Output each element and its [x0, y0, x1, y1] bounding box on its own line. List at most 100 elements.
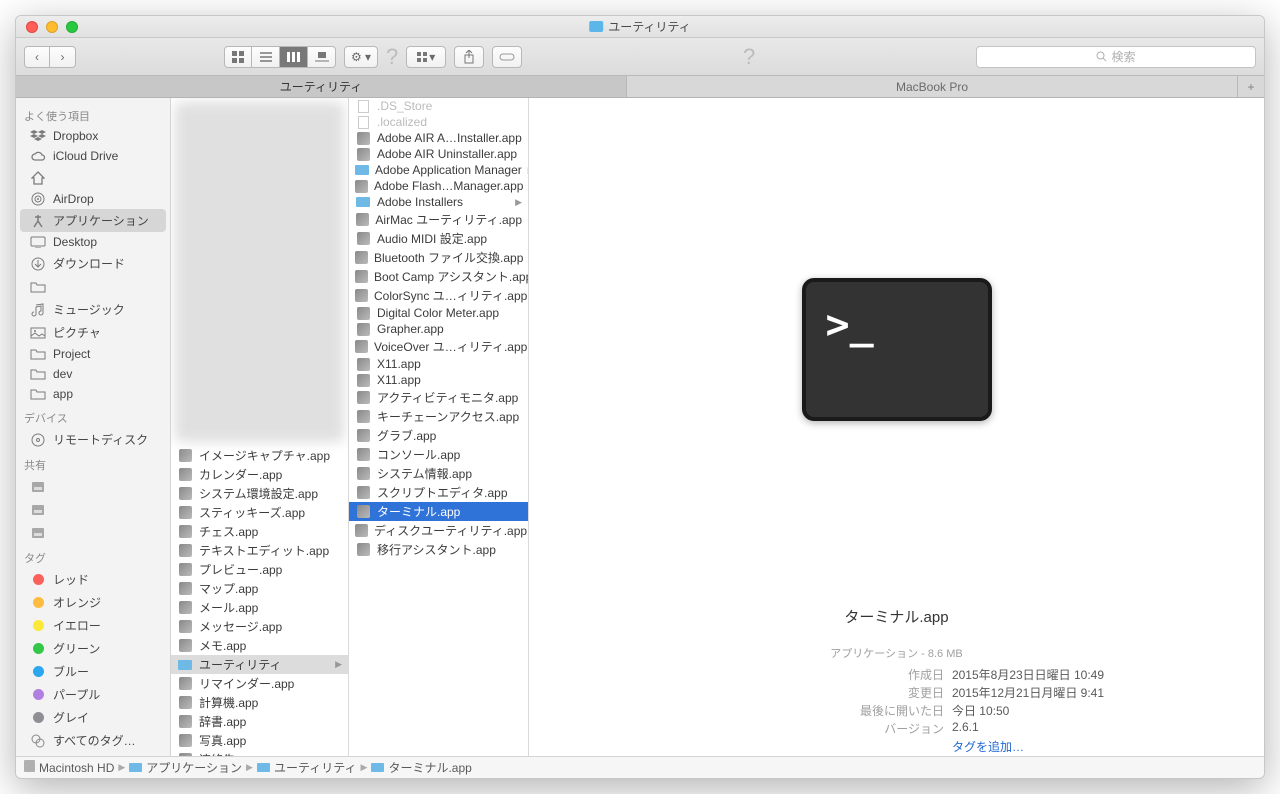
back-button[interactable]: ‹: [24, 46, 50, 68]
list-item[interactable]: X11.app: [349, 356, 528, 372]
list-item[interactable]: メール.app: [171, 598, 348, 617]
list-item[interactable]: ディスクユーティリティ.app: [349, 521, 528, 540]
search-field[interactable]: 検索: [976, 46, 1256, 68]
path-segment[interactable]: Macintosh HD: [39, 761, 114, 775]
list-item[interactable]: X11.app: [349, 372, 528, 388]
sidebar-item[interactable]: Project: [16, 344, 170, 364]
sidebar-item[interactable]: ミュージック: [16, 298, 170, 321]
list-item[interactable]: Adobe AIR Uninstaller.app: [349, 146, 528, 162]
column-view-button[interactable]: [280, 46, 308, 68]
sidebar-item[interactable]: グリーン: [16, 637, 170, 660]
list-item[interactable]: テキストエディット.app: [171, 541, 348, 560]
list-item[interactable]: マップ.app: [171, 579, 348, 598]
list-item[interactable]: システム情報.app: [349, 464, 528, 483]
sidebar-item[interactable]: Dropbox: [16, 126, 170, 146]
item-label: Boot Camp アシスタント.app: [374, 268, 529, 285]
list-item[interactable]: ターミナル.app: [349, 502, 528, 521]
list-item[interactable]: 計算機.app: [171, 693, 348, 712]
sidebar-item[interactable]: ピクチャ: [16, 321, 170, 344]
list-item[interactable]: スティッキーズ.app: [171, 503, 348, 522]
sidebar-item[interactable]: iCloud Drive: [16, 146, 170, 166]
list-item[interactable]: Audio MIDI 設定.app: [349, 229, 528, 248]
list-item[interactable]: 写真.app: [171, 731, 348, 750]
list-item[interactable]: Adobe Application Manager▶: [349, 162, 528, 178]
forward-button[interactable]: ›: [50, 46, 76, 68]
sidebar-header: 共有: [16, 451, 170, 475]
list-item[interactable]: チェス.app: [171, 522, 348, 541]
path-bar[interactable]: Macintosh HD▶アプリケーション▶ユーティリティ▶ターミナル.app: [16, 756, 1264, 778]
list-item[interactable]: イメージキャプチャ.app: [171, 446, 348, 465]
tab-macbook[interactable]: MacBook Pro: [627, 76, 1238, 97]
sidebar-item[interactable]: アプリケーション: [20, 209, 166, 232]
list-item[interactable]: Adobe AIR A…Installer.app: [349, 130, 528, 146]
item-label: Adobe AIR Uninstaller.app: [377, 147, 517, 161]
sidebar-item-label: iCloud Drive: [53, 149, 118, 163]
coverflow-view-button[interactable]: [308, 46, 336, 68]
list-item[interactable]: ColorSync ユ…ィリティ.app: [349, 286, 528, 305]
sidebar-item[interactable]: イエロー: [16, 614, 170, 637]
add-tab-button[interactable]: +: [1238, 76, 1264, 97]
sidebar-item[interactable]: [16, 498, 170, 521]
sidebar-item[interactable]: パープル: [16, 683, 170, 706]
sidebar-item[interactable]: dev: [16, 364, 170, 384]
sidebar-item[interactable]: リモートディスク: [16, 428, 170, 451]
list-item[interactable]: Digital Color Meter.app: [349, 305, 528, 321]
path-segment[interactable]: ターミナル.app: [388, 759, 471, 776]
list-item[interactable]: .localized: [349, 114, 528, 130]
sidebar-item[interactable]: ブルー: [16, 660, 170, 683]
list-item[interactable]: 辞書.app: [171, 712, 348, 731]
list-item[interactable]: プレビュー.app: [171, 560, 348, 579]
zoom-button[interactable]: [66, 21, 78, 33]
sidebar-item[interactable]: [16, 475, 170, 498]
list-item[interactable]: メッセージ.app: [171, 617, 348, 636]
app-icon: [177, 715, 193, 729]
path-separator: ▶: [118, 762, 125, 773]
list-item[interactable]: Boot Camp アシスタント.app: [349, 267, 528, 286]
sidebar-item[interactable]: レッド: [16, 568, 170, 591]
list-item[interactable]: カレンダー.app: [171, 465, 348, 484]
list-item[interactable]: AirMac ユーティリティ.app: [349, 210, 528, 229]
path-segment[interactable]: ユーティリティ: [274, 759, 357, 776]
list-item[interactable]: グラブ.app: [349, 426, 528, 445]
sidebar-item[interactable]: [16, 275, 170, 298]
group-button[interactable]: ▾: [406, 46, 446, 68]
item-label: Adobe Application Manager: [375, 163, 522, 177]
sidebar-item[interactable]: [16, 521, 170, 544]
list-item[interactable]: Grapher.app: [349, 321, 528, 337]
icon-view-button[interactable]: [224, 46, 252, 68]
list-item[interactable]: VoiceOver ユ…ィリティ.app: [349, 337, 528, 356]
sidebar-item[interactable]: [16, 166, 170, 189]
list-item[interactable]: Adobe Flash…Manager.app: [349, 178, 528, 194]
list-item[interactable]: システム環境設定.app: [171, 484, 348, 503]
sidebar-item[interactable]: app: [16, 384, 170, 404]
list-view-button[interactable]: [252, 46, 280, 68]
sidebar-item[interactable]: ダウンロード: [16, 252, 170, 275]
sidebar-item[interactable]: AirDrop: [16, 189, 170, 209]
share-button[interactable]: [454, 46, 484, 68]
list-item[interactable]: 移行アシスタント.app: [349, 540, 528, 559]
sidebar-item[interactable]: オレンジ: [16, 591, 170, 614]
sidebar-item[interactable]: グレイ: [16, 706, 170, 729]
close-button[interactable]: [26, 21, 38, 33]
tag-button[interactable]: [492, 46, 522, 68]
list-item[interactable]: キーチェーンアクセス.app: [349, 407, 528, 426]
sidebar-item[interactable]: Desktop: [16, 232, 170, 252]
titlebar[interactable]: ユーティリティ: [16, 16, 1264, 38]
tab-utilities[interactable]: ユーティリティ: [16, 76, 627, 97]
list-item[interactable]: Adobe Installers▶: [349, 194, 528, 210]
finder-window: ユーティリティ ‹ › ⚙ ▾ ? ▾ ? 検索 ユーティリティ MacBook…: [15, 15, 1265, 779]
list-item[interactable]: スクリプトエディタ.app: [349, 483, 528, 502]
list-item[interactable]: アクティビティモニタ.app: [349, 388, 528, 407]
arrange-button[interactable]: ⚙ ▾: [344, 46, 378, 68]
list-item[interactable]: リマインダー.app: [171, 674, 348, 693]
path-segment[interactable]: アプリケーション: [146, 759, 242, 776]
add-tag-link[interactable]: タグを追加…: [952, 738, 1024, 755]
list-item[interactable]: コンソール.app: [349, 445, 528, 464]
minimize-button[interactable]: [46, 21, 58, 33]
list-item[interactable]: .DS_Store: [349, 98, 528, 114]
sidebar-item[interactable]: すべてのタグ…: [16, 729, 170, 752]
list-item[interactable]: メモ.app: [171, 636, 348, 655]
list-item[interactable]: ユーティリティ▶: [171, 655, 348, 674]
list-item[interactable]: Bluetooth ファイル交換.app: [349, 248, 528, 267]
app-icon: [177, 601, 193, 615]
